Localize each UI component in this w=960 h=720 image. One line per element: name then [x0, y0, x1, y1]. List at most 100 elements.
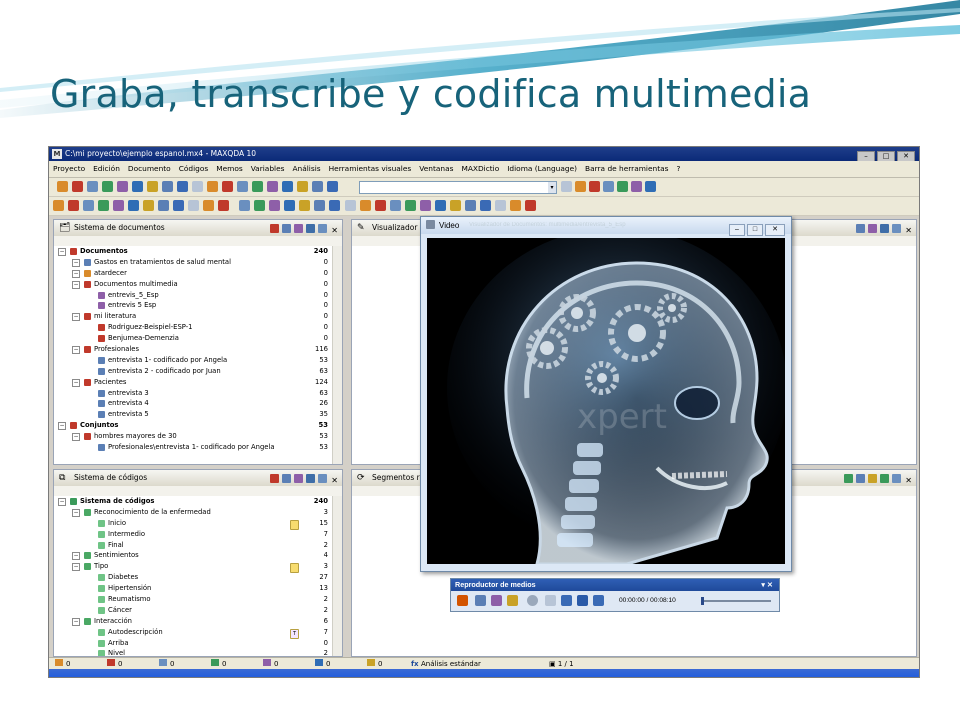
toolbar-icon[interactable]	[450, 200, 461, 211]
menu-item[interactable]: Ventanas	[415, 161, 457, 177]
toolbar-icon[interactable]	[435, 200, 446, 211]
menu-item[interactable]: Variables	[247, 161, 289, 177]
tree-row[interactable]: entrevis 5 Esp 0	[54, 300, 332, 311]
toolbar-icon[interactable]	[269, 200, 280, 211]
timer-icon[interactable]	[527, 595, 538, 606]
tree-row[interactable]: Profesionales\entrevista 1- codificado p…	[54, 442, 332, 453]
activate-icon[interactable]	[880, 224, 890, 233]
tree-row[interactable]: entrevis_5_Esp 0	[54, 290, 332, 301]
toolbar-icon[interactable]	[113, 200, 124, 211]
minimize-button[interactable]: –	[729, 224, 745, 236]
toolbar-icon[interactable]	[312, 181, 323, 192]
tree-row[interactable]: − hombres mayores de 30 53	[54, 431, 332, 442]
toolbar-icon[interactable]	[87, 181, 98, 192]
toolbar-icon[interactable]	[297, 181, 308, 192]
toolbar-icon[interactable]	[158, 200, 169, 211]
slider-thumb[interactable]	[701, 597, 704, 605]
expand-toggle-icon[interactable]: −	[58, 422, 66, 431]
tree-row[interactable]: − atardecer 0	[54, 268, 332, 279]
toolbar-icon[interactable]	[254, 200, 265, 211]
toolbar-icon[interactable]	[267, 181, 278, 192]
expand-toggle-icon[interactable]: −	[72, 563, 80, 572]
expand-toggle-icon[interactable]: −	[72, 313, 80, 322]
toolbar-icon[interactable]	[405, 200, 416, 211]
menu-item[interactable]: Códigos	[175, 161, 213, 177]
tree-row[interactable]: Intermedio 7	[54, 529, 332, 540]
playback-slider[interactable]	[701, 597, 771, 605]
toolbar-icon[interactable]	[222, 181, 233, 192]
toolbar-icon[interactable]	[465, 200, 476, 211]
menu-item[interactable]: Idioma (Language)	[503, 161, 581, 177]
toolbar-icon[interactable]	[420, 200, 431, 211]
activate-icon[interactable]	[306, 224, 316, 233]
tree-row[interactable]: Benjumea-Demenzia 0	[54, 333, 332, 344]
expand-toggle-icon[interactable]: −	[72, 258, 80, 267]
toolbar-icon[interactable]	[603, 181, 614, 192]
toolbar-icon[interactable]	[299, 200, 310, 211]
delete-icon[interactable]	[270, 474, 280, 483]
expand-toggle-icon[interactable]: −	[72, 552, 80, 561]
play-icon[interactable]	[593, 595, 604, 606]
menu-item[interactable]: Documento	[124, 161, 175, 177]
toolbar-icon[interactable]	[561, 181, 572, 192]
scrollbar[interactable]	[332, 246, 342, 464]
import-icon[interactable]	[294, 474, 304, 483]
tree-row[interactable]: Rodriguez-Beispiel-ESP-1 0	[54, 322, 332, 333]
expand-toggle-icon[interactable]: −	[72, 269, 80, 278]
toolbar-icon[interactable]	[237, 181, 248, 192]
find-icon[interactable]	[892, 474, 902, 483]
tree-row[interactable]: Reumatismo 2	[54, 594, 332, 605]
toolbar-icon[interactable]	[207, 181, 218, 192]
toolbar-icon[interactable]	[375, 200, 386, 211]
tree-row[interactable]: Diabetes 27	[54, 572, 332, 583]
menu-item[interactable]: MAXDictio	[457, 161, 503, 177]
tree-row[interactable]: entrevista 3 63	[54, 388, 332, 399]
activate-icon[interactable]	[306, 474, 316, 483]
expand-toggle-icon[interactable]: −	[72, 508, 80, 517]
toolbar-icon[interactable]	[575, 181, 586, 192]
rewind-icon[interactable]	[545, 595, 556, 606]
screen-icon[interactable]	[475, 595, 486, 606]
close-button[interactable]: ✕	[765, 224, 785, 236]
toolbar-icon[interactable]	[147, 181, 158, 192]
find-icon[interactable]	[318, 474, 328, 483]
toolbar-icon[interactable]	[329, 200, 340, 211]
toolbar-icon[interactable]	[218, 200, 229, 211]
expand-toggle-icon[interactable]: −	[58, 498, 66, 506]
chevron-down-icon[interactable]: ▾	[548, 182, 556, 193]
tree-row[interactable]: − Pacientes 124	[54, 377, 332, 388]
close-icon[interactable]: ✕	[331, 476, 338, 485]
toolbar-icon[interactable]	[239, 200, 250, 211]
tree-row[interactable]: Nivel 2	[54, 648, 332, 656]
new-doc-icon[interactable]	[282, 224, 292, 233]
expand-toggle-icon[interactable]: −	[72, 617, 80, 626]
tree-row[interactable]: entrevista 5 35	[54, 409, 332, 420]
toolbar-icon[interactable]	[390, 200, 401, 211]
toolbar-icon[interactable]	[83, 200, 94, 211]
tree-row[interactable]: − Sistema de códigos 240	[54, 496, 332, 507]
maximize-button[interactable]: □	[747, 224, 763, 236]
toolbar-icon[interactable]	[480, 200, 491, 211]
toolbar-icon[interactable]	[162, 181, 173, 192]
toolbar-icon[interactable]	[188, 200, 199, 211]
stop-icon[interactable]	[577, 595, 588, 606]
toolbar-icon[interactable]	[645, 181, 656, 192]
tree-row[interactable]: − Conjuntos 53	[54, 420, 332, 431]
notes-icon[interactable]	[507, 595, 518, 606]
tree-row[interactable]: entrevista 4 26	[54, 398, 332, 409]
tree-row[interactable]: entrevista 2 - codificado por Juan 63	[54, 366, 332, 377]
tree-row[interactable]: − Documentos 240	[54, 246, 332, 257]
toolbar-icon[interactable]	[102, 181, 113, 192]
expand-toggle-icon[interactable]: −	[72, 280, 80, 289]
tree-row[interactable]: − Interacción 6	[54, 616, 332, 627]
toolbar-icon[interactable]	[132, 181, 143, 192]
search-combo[interactable]: ▾	[359, 181, 557, 194]
toolbar-icon[interactable]	[192, 181, 203, 192]
toolbar-icon[interactable]	[314, 200, 325, 211]
tree-row[interactable]: Autodescripción T 7	[54, 627, 332, 639]
toolbar-icon[interactable]	[510, 200, 521, 211]
toolbar-icon[interactable]	[327, 181, 338, 192]
toolbar-icon[interactable]	[345, 200, 356, 211]
tree-row[interactable]: − Tipo 3	[54, 561, 332, 574]
toolbar-icon[interactable]	[117, 181, 128, 192]
